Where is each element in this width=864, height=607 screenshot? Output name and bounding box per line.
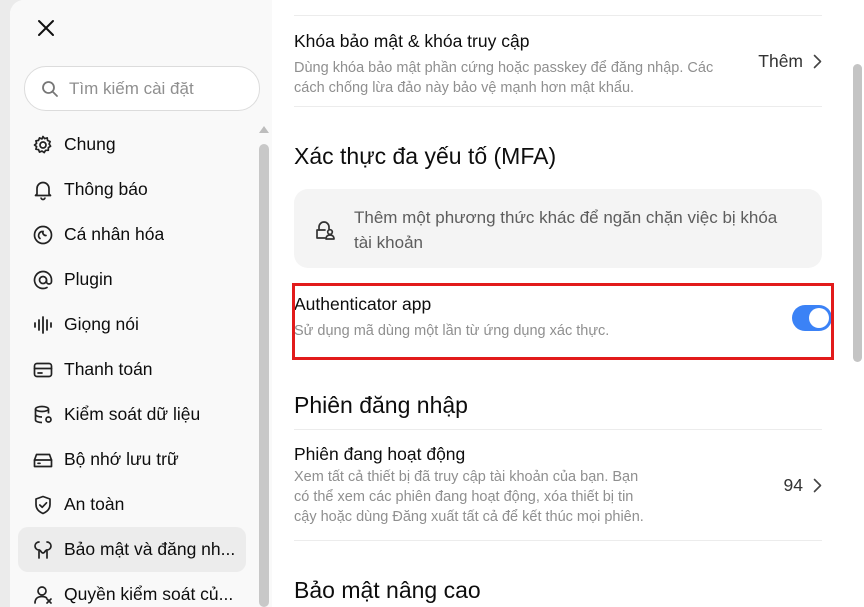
active-sessions-button[interactable]: 94 [784,475,822,496]
database-icon [32,404,54,426]
sessions-heading: Phiên đăng nhập [294,392,468,418]
sidebar-item-voice[interactable]: Giọng nói [18,302,246,347]
sidebar-item-notifications[interactable]: Thông báo [18,167,246,212]
sidebar-item-account-controls[interactable]: Quyền kiểm soát củ... [18,572,246,607]
search-box[interactable] [24,66,260,111]
scroll-up-arrow[interactable] [259,126,269,133]
sidebar-item-label: Bộ nhớ lưu trữ [64,449,179,469]
close-icon [38,20,54,36]
sidebar-scrollbar-thumb[interactable] [259,144,269,607]
sidebar-item-safety[interactable]: An toàn [18,482,246,527]
credit-card-icon [32,359,54,381]
search-icon [42,80,58,97]
settings-content: Khóa bảo mật & khóa truy cập Dùng khóa b… [272,0,864,607]
active-sessions-title: Phiên đang hoạt động [294,444,466,464]
settings-nav: Chung Thông báo Cá nhân hóa Plugin Giọng… [18,122,246,607]
sidebar-item-personalization[interactable]: Cá nhân hóa [18,212,246,257]
sidebar-item-general[interactable]: Chung [18,122,246,167]
passkeys-description: Dùng khóa bảo mật phần cứng hoặc passkey… [294,58,713,98]
add-passkey-button[interactable]: Thêm [758,51,822,72]
security-icon [32,539,54,561]
sidebar-item-label: Thông báo [64,179,148,199]
chevron-right-icon [813,54,822,69]
search-input[interactable] [69,78,249,99]
active-sessions-description: Xem tất cả thiết bị đã truy cập tài khoả… [294,467,644,527]
sidebar-item-label: Cá nhân hóa [64,224,165,244]
mfa-heading: Xác thực đa yếu tố (MFA) [294,143,557,169]
settings-window: Chung Thông báo Cá nhân hóa Plugin [10,0,864,607]
sidebar-item-plugin[interactable]: Plugin [18,257,246,302]
divider [294,429,822,430]
content-scrollbar-thumb[interactable] [853,64,862,362]
sidebar-item-label: Kiểm soát dữ liệu [64,404,201,424]
sidebar-item-label: Bảo mật và đăng nh... [64,539,236,559]
mfa-info-line: tài khoản [354,233,423,252]
settings-sidebar: Chung Thông báo Cá nhân hóa Plugin [10,0,272,607]
sidebar-item-label: Quyền kiểm soát củ... [64,584,234,604]
sidebar-item-label: Plugin [64,269,113,289]
mfa-info-box: Thêm một phương thức khác để ngăn chặn v… [294,189,822,268]
active-sessions-desc-line: có thể xem các phiên đang hoạt động, xóa… [294,489,634,505]
sidebar-item-label: Giọng nói [64,314,139,334]
bell-icon [32,179,54,201]
voice-wave-icon [32,314,54,336]
sidebar-item-label: Chung [64,134,116,154]
personalization-icon [32,224,54,246]
add-passkey-label: Thêm [758,51,803,71]
mfa-info-text: Thêm một phương thức khác để ngăn chặn v… [354,205,794,255]
highlight-box [292,283,834,360]
divider [294,106,822,107]
passkeys-desc-line: cách chống lừa đảo này bảo vệ mạnh hơn m… [294,80,635,96]
chevron-right-icon [813,478,822,493]
sidebar-item-billing[interactable]: Thanh toán [18,347,246,392]
active-sessions-desc-line: Xem tất cả thiết bị đã truy cập tài khoả… [294,469,639,485]
sidebar-item-label: Thanh toán [64,359,153,379]
sidebar-item-data-controls[interactable]: Kiểm soát dữ liệu [18,392,246,437]
passkeys-desc-line: Dùng khóa bảo mật phần cứng hoặc passkey… [294,60,714,76]
active-sessions-count: 94 [783,475,803,495]
shield-icon [32,494,54,516]
lock-user-icon [314,219,336,246]
divider [294,540,822,541]
sidebar-scrollbar[interactable] [258,126,270,607]
sidebar-item-label: An toàn [64,494,125,514]
sidebar-item-storage[interactable]: Bộ nhớ lưu trữ [18,437,246,482]
close-button[interactable] [32,14,60,42]
active-sessions-desc-line: cậy hoặc dùng Đăng xuất tất cả để kết th… [294,509,644,525]
storage-icon [32,449,54,471]
divider [294,15,822,16]
user-icon [32,584,54,606]
content-scrollbar[interactable] [850,0,864,607]
at-sign-icon [32,269,54,291]
advanced-security-heading: Bảo mật nâng cao [294,577,481,603]
sidebar-item-security-login[interactable]: Bảo mật và đăng nh... [18,527,246,572]
passkeys-title: Khóa bảo mật & khóa truy cập [294,31,530,51]
gear-icon [32,134,54,156]
mfa-info-line: Thêm một phương thức khác để ngăn chặn v… [354,208,778,227]
